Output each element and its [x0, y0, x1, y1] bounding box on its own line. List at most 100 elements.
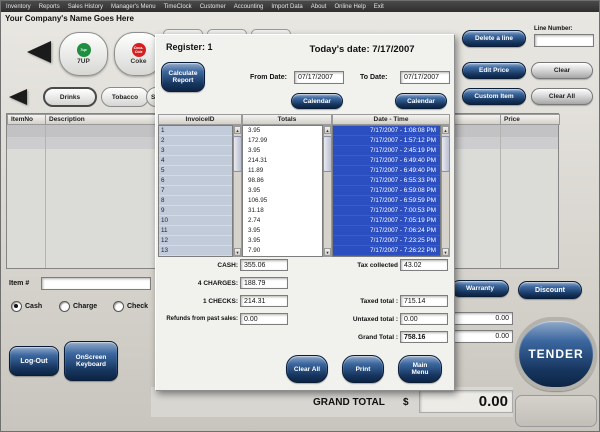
scroll-down-icon[interactable]: ▼	[234, 248, 241, 256]
categories-scroll-left-arrow-icon[interactable]	[9, 89, 27, 105]
onscreen-keyboard-button[interactable]: OnScreen Keyboard	[64, 341, 118, 381]
tab-drinks[interactable]: Drinks	[43, 87, 97, 107]
payment-radio-cash[interactable]: Cash	[11, 301, 42, 312]
invoice-id-header[interactable]: InvoiceID	[158, 114, 242, 125]
total-cell[interactable]: 7.90	[243, 246, 322, 256]
invoice-id-cell[interactable]: 2	[159, 136, 232, 146]
invoice-id-cell[interactable]: 7	[159, 186, 232, 196]
total-cell[interactable]: 31.18	[243, 206, 322, 216]
total-cell[interactable]: 172.99	[243, 136, 322, 146]
to-calendar-button[interactable]: Calendar	[395, 93, 447, 109]
total-cell[interactable]: 11.89	[243, 166, 322, 176]
menu-item[interactable]: Import Data	[271, 4, 302, 10]
scroll-down-icon[interactable]: ▼	[324, 248, 331, 256]
date-time-cell[interactable]: 7/17/2007 - 1:57:12 PM	[333, 136, 440, 146]
menu-item[interactable]: Exit	[374, 4, 384, 10]
clear-all-button[interactable]: Clear All	[531, 88, 593, 105]
invoice-id-cell[interactable]: 3	[159, 146, 232, 156]
date-time-cell[interactable]: 7/17/2007 - 1:08:08 PM	[333, 126, 440, 136]
date-time-cell[interactable]: 7/17/2007 - 6:59:08 PM	[333, 186, 440, 196]
date-time-cell[interactable]: 7/17/2007 - 6:49:40 PM	[333, 156, 440, 166]
total-cell[interactable]: 106.95	[243, 196, 322, 206]
invoice-id-cell[interactable]: 11	[159, 226, 232, 236]
invoice-id-list[interactable]: 1 2 3 4 5 6 7 8 9 10 11 12 13	[158, 125, 233, 257]
invoice-id-cell[interactable]: 5	[159, 166, 232, 176]
totals-scrollbar[interactable]: ▲ ▼	[323, 125, 332, 257]
logout-button[interactable]: Log-Out	[9, 346, 59, 376]
scrollbar-thumb[interactable]	[323, 136, 332, 172]
date-time-cell[interactable]: 7/17/2007 - 7:05:19 PM	[333, 216, 440, 226]
payment-radio-check[interactable]: Check	[113, 301, 148, 312]
date-time-header[interactable]: Date - Time	[332, 114, 450, 125]
column-header-itemno[interactable]: ItemNo	[7, 114, 46, 125]
total-cell[interactable]: 98.86	[243, 176, 322, 186]
scroll-up-icon[interactable]: ▲	[324, 126, 331, 134]
radio-unselected-icon[interactable]	[113, 301, 124, 312]
invoice-scrollbar[interactable]: ▲ ▼	[233, 125, 242, 257]
invoice-id-cell[interactable]: 12	[159, 236, 232, 246]
payment-radio-charge[interactable]: Charge	[59, 301, 97, 312]
total-cell[interactable]: 3.95	[243, 236, 322, 246]
date-time-cell[interactable]: 7/17/2007 - 7:00:53 PM	[333, 206, 440, 216]
custom-item-button[interactable]: Custom Item	[462, 88, 526, 105]
scrollbar-thumb[interactable]	[233, 136, 242, 172]
total-cell[interactable]: 3.95	[243, 146, 322, 156]
date-time-cell[interactable]: 7/17/2007 - 6:55:33 PM	[333, 176, 440, 186]
column-header-price[interactable]: Price	[500, 114, 560, 125]
to-date-field[interactable]: 07/17/2007	[400, 71, 450, 84]
menu-item[interactable]: Sales History	[68, 4, 103, 10]
date-time-cell[interactable]: 7/17/2007 - 6:49:40 PM	[333, 166, 440, 176]
total-cell[interactable]: 3.95	[243, 126, 322, 136]
totals-list[interactable]: 3.95 172.99 3.95 214.31 11.89 98.86 3.95 106.95…	[242, 125, 323, 257]
dialog-main-menu-button[interactable]: Main Menu	[398, 355, 442, 383]
menu-item[interactable]: Reports	[39, 4, 60, 10]
date-time-cell[interactable]: 7/17/2007 - 7:06:24 PM	[333, 226, 440, 236]
totals-header[interactable]: Totals	[242, 114, 332, 125]
menu-item[interactable]: Online Help	[334, 4, 365, 10]
menu-item[interactable]: Manager's Menu	[111, 4, 156, 10]
menu-item[interactable]: About	[311, 4, 327, 10]
scroll-up-icon[interactable]: ▲	[234, 126, 241, 134]
calculate-report-button[interactable]: Calculate Report	[161, 62, 205, 92]
menu-item[interactable]: TimeClock	[164, 4, 192, 10]
scroll-up-icon[interactable]: ▲	[442, 126, 449, 134]
edit-price-button[interactable]: Edit Price	[462, 62, 526, 79]
tender-button[interactable]: TENDER	[515, 317, 597, 391]
radio-unselected-icon[interactable]	[59, 301, 70, 312]
scroll-down-icon[interactable]: ▼	[442, 248, 449, 256]
menu-item[interactable]: Customer	[200, 4, 226, 10]
date-time-scrollbar[interactable]: ▲ ▼	[441, 125, 450, 257]
menu-item[interactable]: Inventory	[6, 4, 31, 10]
total-cell[interactable]: 214.31	[243, 156, 322, 166]
invoice-id-cell[interactable]: 9	[159, 206, 232, 216]
date-time-cell[interactable]: 7/17/2007 - 2:45:19 PM	[333, 146, 440, 156]
invoice-id-cell[interactable]: 13	[159, 246, 232, 256]
scrollbar-thumb[interactable]	[441, 136, 450, 172]
clear-button[interactable]: Clear	[531, 62, 593, 79]
invoice-id-cell[interactable]: 6	[159, 176, 232, 186]
discount-button[interactable]: Discount	[518, 281, 582, 299]
invoice-id-cell[interactable]: 1	[159, 126, 232, 136]
warranty-button[interactable]: Warranty	[451, 280, 509, 297]
tab-tobacco[interactable]: Tobacco	[101, 87, 149, 107]
from-date-field[interactable]: 07/17/2007	[294, 71, 344, 84]
invoice-id-cell[interactable]: 8	[159, 196, 232, 206]
radio-selected-icon[interactable]	[11, 301, 22, 312]
from-calendar-button[interactable]: Calendar	[291, 93, 343, 109]
total-cell[interactable]: 2.74	[243, 216, 322, 226]
total-cell[interactable]: 3.95	[243, 226, 322, 236]
date-time-list[interactable]: 7/17/2007 - 1:08:08 PM 7/17/2007 - 1:57:1…	[332, 125, 441, 257]
invoice-id-cell[interactable]: 4	[159, 156, 232, 166]
date-time-cell[interactable]: 7/17/2007 - 6:59:59 PM	[333, 196, 440, 206]
date-time-cell[interactable]: 7/17/2007 - 7:23:25 PM	[333, 236, 440, 246]
menu-item[interactable]: Accounting	[234, 4, 264, 10]
delete-line-button[interactable]: Delete a line	[462, 30, 526, 47]
dialog-print-button[interactable]: Print	[342, 355, 384, 383]
item-number-field[interactable]	[41, 277, 151, 290]
products-scroll-left-arrow-icon[interactable]	[27, 41, 51, 63]
date-time-cell[interactable]: 7/17/2007 - 7:26:22 PM	[333, 246, 440, 256]
total-cell[interactable]: 3.95	[243, 186, 322, 196]
product-button[interactable]: 7up 7UP	[59, 32, 108, 76]
invoice-id-cell[interactable]: 10	[159, 216, 232, 226]
line-number-field[interactable]	[534, 34, 594, 47]
